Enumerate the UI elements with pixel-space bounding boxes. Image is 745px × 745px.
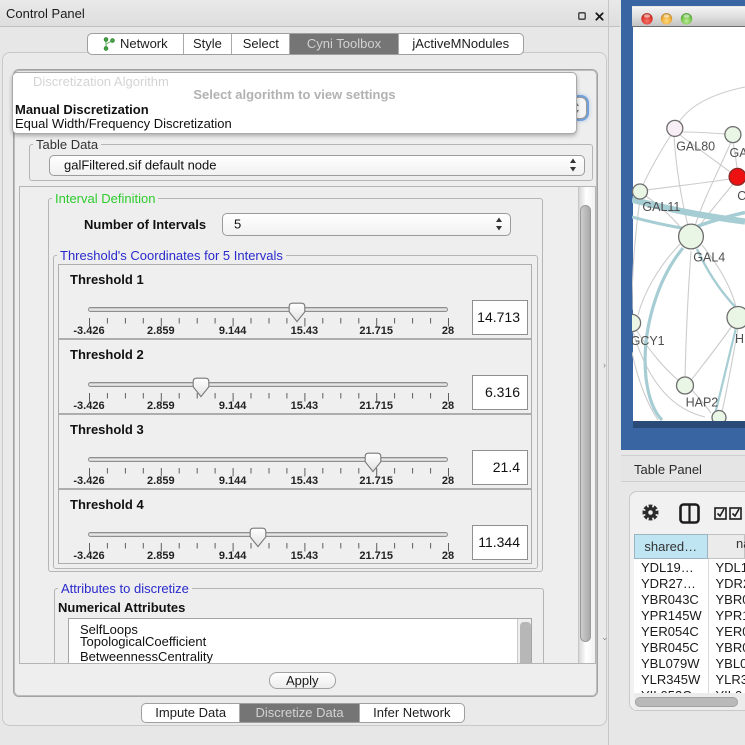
svg-text:GAL80: GAL80: [676, 139, 715, 153]
svg-text:H: H: [735, 332, 744, 346]
svg-text:GAL4: GAL4: [693, 251, 725, 265]
svg-text:GAL11: GAL11: [642, 200, 680, 214]
svg-text:GCY1: GCY1: [632, 334, 665, 348]
svg-text:GAL1: GAL1: [730, 146, 745, 160]
svg-text:C: C: [737, 189, 745, 203]
svg-text:HAP2: HAP2: [686, 396, 719, 410]
